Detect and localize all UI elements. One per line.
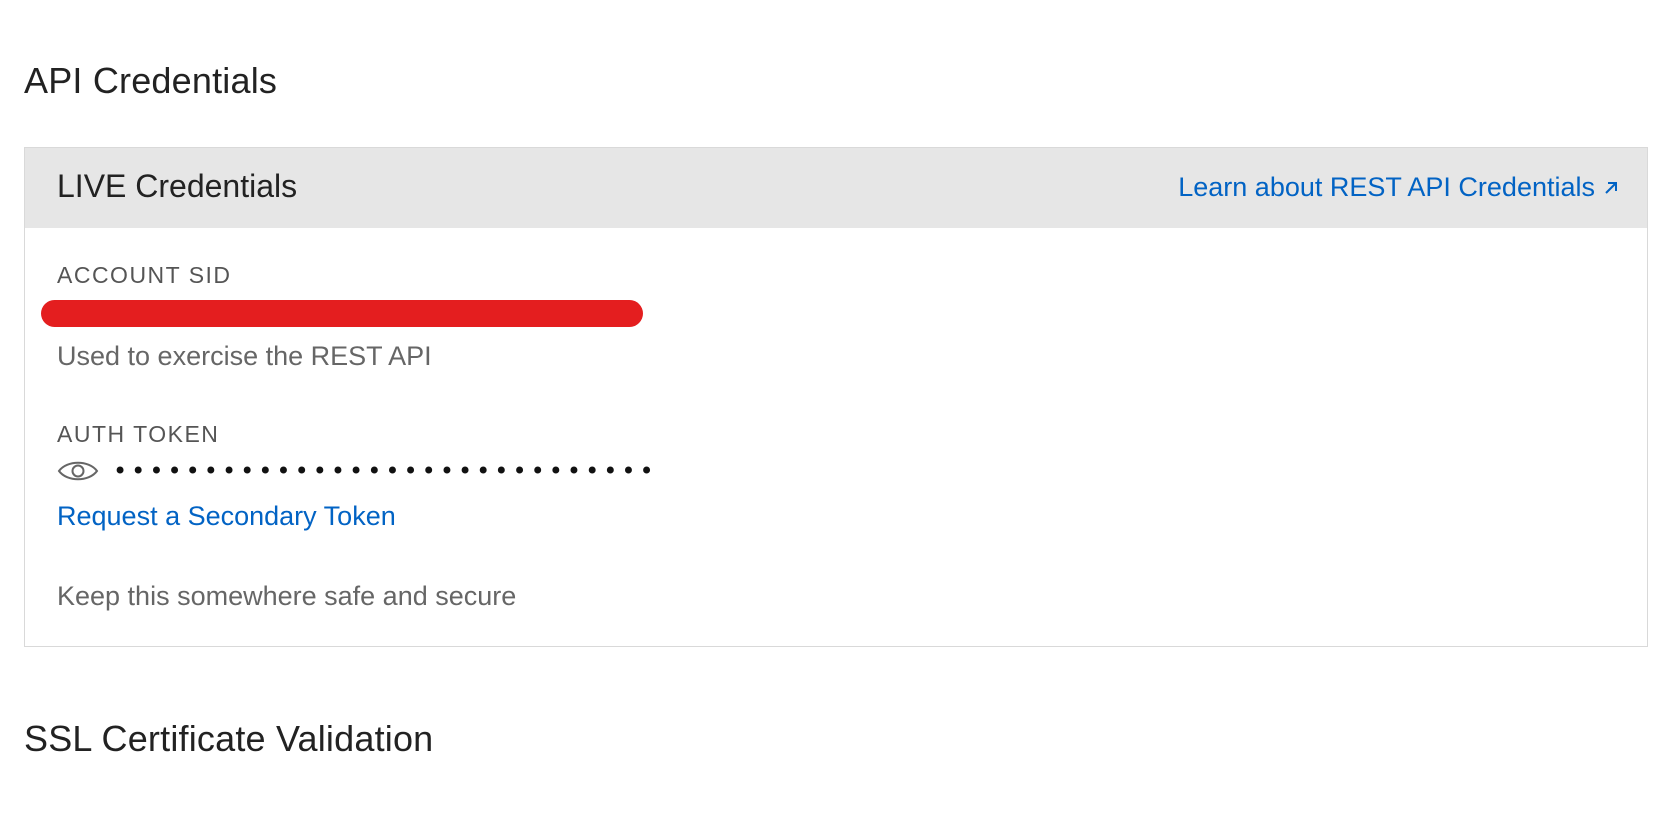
page: API Credentials LIVE Credentials Learn a… bbox=[0, 0, 1672, 826]
card-header: LIVE Credentials Learn about REST API Cr… bbox=[25, 148, 1647, 228]
live-credentials-title: LIVE Credentials bbox=[57, 168, 298, 204]
auth-token-row: •••••••••••••••••••••••••••••••• bbox=[57, 454, 657, 488]
learn-link-label: Learn about REST API Credentials bbox=[1178, 172, 1595, 202]
ssl-certificate-validation-title: SSL Certificate Validation bbox=[24, 718, 434, 759]
account-sid-redaction bbox=[41, 300, 643, 327]
api-credentials-title: API Credentials bbox=[24, 60, 278, 101]
account-sid-label: ACCOUNT SID bbox=[57, 262, 232, 288]
learn-rest-api-credentials-link[interactable]: Learn about REST API Credentials bbox=[1178, 172, 1619, 203]
external-link-icon bbox=[1605, 181, 1617, 194]
auth-token-help-text: Keep this somewhere safe and secure bbox=[57, 581, 517, 611]
eye-icon[interactable] bbox=[57, 458, 99, 484]
request-secondary-token-link[interactable]: Request a Secondary Token bbox=[57, 501, 396, 532]
auth-token-label: AUTH TOKEN bbox=[57, 421, 220, 447]
account-sid-help-text: Used to exercise the REST API bbox=[57, 341, 432, 371]
auth-token-masked-value: •••••••••••••••••••••••••••••••• bbox=[113, 457, 653, 485]
live-credentials-card: LIVE Credentials Learn about REST API Cr… bbox=[24, 147, 1648, 647]
